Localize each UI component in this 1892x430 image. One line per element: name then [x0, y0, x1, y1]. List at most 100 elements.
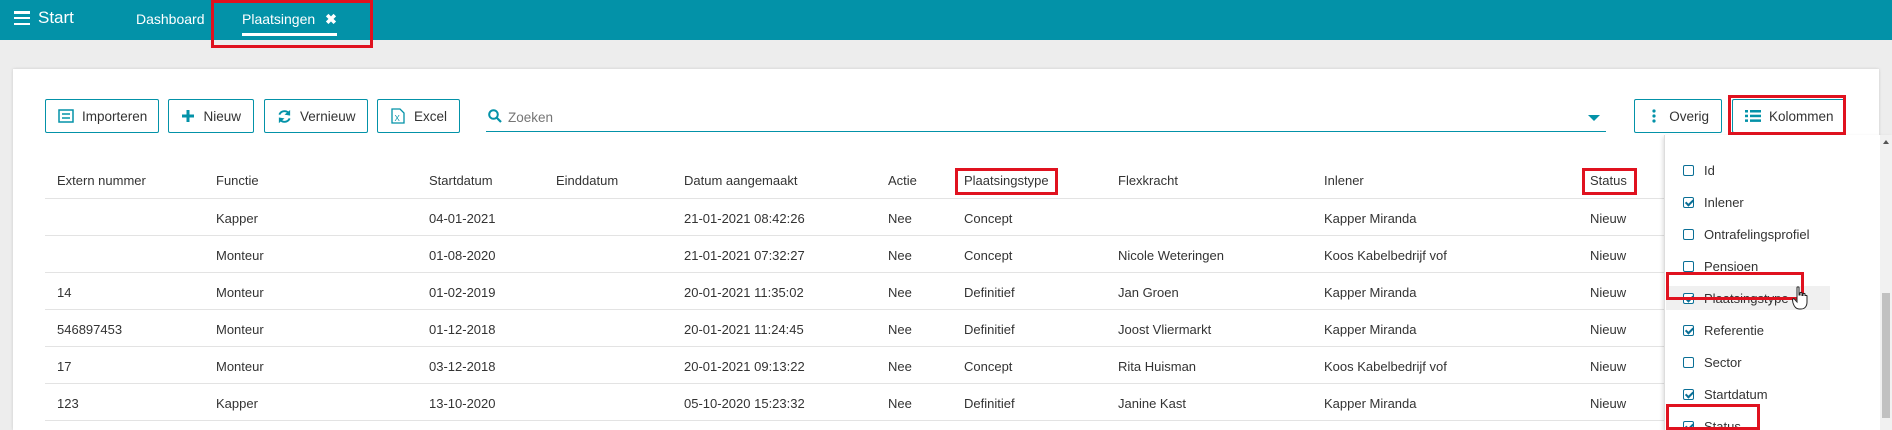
hand-cursor-icon — [1792, 286, 1808, 310]
other-button[interactable]: Overig — [1634, 99, 1722, 133]
table-row[interactable]: 546897453 Monteur 01-12-2018 20-01-2021 11:… — [45, 310, 1665, 347]
cell-status: Nieuw — [1590, 322, 1627, 337]
cell-actie: Nee — [888, 396, 912, 411]
checkbox-checked-icon[interactable] — [1683, 388, 1694, 400]
cell-datum-aangemaakt: 21-01-2021 07:32:27 — [684, 248, 805, 263]
column-option-sector[interactable]: Sector — [1683, 350, 1742, 374]
new-label: Nieuw — [203, 108, 241, 124]
tab-dashboard[interactable]: Dashboard — [136, 11, 205, 27]
checkbox-empty-icon[interactable] — [1683, 356, 1694, 368]
header-startdatum[interactable]: Startdatum — [429, 173, 493, 188]
checkbox-empty-icon[interactable] — [1683, 164, 1694, 176]
column-option-label: Inlener — [1704, 194, 1744, 210]
search-dropdown-caret-icon[interactable] — [1588, 114, 1600, 121]
header-flexkracht[interactable]: Flexkracht — [1118, 173, 1178, 188]
cell-status: Nieuw — [1590, 285, 1627, 300]
cell-status: Nieuw — [1590, 359, 1627, 374]
cell-functie: Monteur — [216, 248, 264, 263]
new-button[interactable]: Nieuw — [168, 99, 254, 133]
column-option-pensioen[interactable]: Pensioen — [1683, 254, 1758, 278]
cell-actie: Nee — [888, 211, 912, 226]
cell-datum-aangemaakt: 20-01-2021 09:13:22 — [684, 359, 805, 374]
cell-actie: Nee — [888, 248, 912, 263]
table-row[interactable]: Kapper 04-01-2021 21-01-2021 08:42:26 Nee Co… — [45, 199, 1665, 236]
column-option-label: Plaatsingstype — [1704, 290, 1789, 306]
column-option-label: Referentie — [1704, 322, 1764, 338]
close-icon[interactable]: ✖ — [325, 11, 337, 28]
dropdown-scrollbar[interactable] — [1880, 135, 1892, 430]
column-option-status[interactable]: Status — [1683, 414, 1741, 430]
table-row[interactable]: 123 Kapper 13-10-2020 05-10-2020 15:23:32 Ne… — [45, 384, 1665, 421]
checkbox-checked-icon[interactable] — [1683, 324, 1694, 336]
checkbox-empty-icon[interactable] — [1683, 228, 1694, 240]
plus-icon — [181, 108, 195, 124]
cell-functie: Kapper — [216, 211, 258, 226]
header-actie[interactable]: Actie — [888, 173, 917, 188]
cell-functie: Monteur — [216, 322, 264, 337]
table-row[interactable]: Monteur 01-08-2020 21-01-2021 07:32:27 Nee C… — [45, 236, 1665, 273]
cell-plaatsingstype: Concept — [964, 359, 1013, 374]
cell-extern-nummer: 14 — [57, 285, 72, 300]
header-inlener[interactable]: Inlener — [1324, 173, 1364, 188]
column-option-referentie[interactable]: Referentie — [1683, 318, 1764, 342]
cell-startdatum: 01-08-2020 — [429, 248, 496, 263]
cell-plaatsingstype: Definitief — [964, 322, 1015, 337]
cell-status: Nieuw — [1590, 248, 1627, 263]
cell-flexkracht: Rita Huisman — [1118, 359, 1197, 374]
cell-startdatum: 01-02-2019 — [429, 285, 496, 300]
cell-functie: Monteur — [216, 285, 264, 300]
checkbox-empty-icon[interactable] — [1683, 260, 1694, 272]
cell-actie: Nee — [888, 322, 912, 337]
column-option-inlener[interactable]: Inlener — [1683, 190, 1744, 214]
header-datum-aangemaakt[interactable]: Datum aangemaakt — [684, 173, 797, 188]
header-einddatum[interactable]: Einddatum — [556, 173, 618, 188]
main-menu-button[interactable]: Start — [14, 8, 74, 28]
column-option-startdatum[interactable]: Startdatum — [1683, 382, 1768, 406]
import-icon — [58, 108, 74, 124]
top-bar: Start Dashboard Plaatsingen ✖ — [0, 0, 1892, 40]
table-row[interactable]: 17 Monteur 03-12-2018 20-01-2021 09:13:22 Ne… — [45, 347, 1665, 384]
checkbox-checked-icon[interactable] — [1683, 420, 1694, 430]
cell-startdatum: 01-12-2018 — [429, 322, 496, 337]
cell-functie: Kapper — [216, 396, 258, 411]
import-button[interactable]: Importeren — [45, 99, 159, 133]
column-option-label: Ontrafelingsprofiel — [1704, 226, 1810, 242]
scrollbar-thumb[interactable] — [1882, 293, 1890, 418]
cell-inlener: Koos Kabelbedrijf vof — [1324, 248, 1447, 263]
refresh-button[interactable]: Vernieuw — [264, 99, 368, 133]
import-label: Importeren — [82, 108, 148, 124]
checkbox-checked-icon[interactable] — [1683, 196, 1694, 208]
excel-button[interactable]: X Excel — [377, 99, 460, 133]
scroll-up-icon[interactable] — [1883, 140, 1889, 144]
column-option-ontrafelingsprofiel[interactable]: Ontrafelingsprofiel — [1683, 222, 1810, 246]
cell-plaatsingstype: Concept — [964, 248, 1013, 263]
cell-inlener: Kapper Miranda — [1324, 211, 1417, 226]
cell-startdatum: 04-01-2021 — [429, 211, 496, 226]
header-status[interactable]: Status — [1590, 173, 1627, 188]
table-row[interactable]: 14 Monteur 01-02-2019 20-01-2021 11:35:02 Ne… — [45, 273, 1665, 310]
header-plaatsingstype[interactable]: Plaatsingstype — [964, 173, 1049, 188]
checkbox-checked-icon[interactable] — [1683, 292, 1694, 304]
columns-button[interactable]: Kolommen — [1732, 99, 1846, 133]
other-label: Overig — [1669, 108, 1709, 124]
cell-actie: Nee — [888, 285, 912, 300]
more-vertical-icon — [1647, 108, 1661, 124]
columns-label: Kolommen — [1769, 108, 1834, 124]
tab-plaatsingen[interactable]: Plaatsingen ✖ — [212, 0, 367, 40]
svg-text:X: X — [394, 114, 400, 123]
list-icon — [1745, 108, 1761, 124]
cell-inlener: Kapper Miranda — [1324, 396, 1417, 411]
cell-plaatsingstype: Definitief — [964, 285, 1015, 300]
columns-dropdown: Id Inlener Ontrafelingsprofiel Pensioen Plaa… — [1664, 135, 1892, 430]
column-option-id[interactable]: Id — [1683, 158, 1715, 182]
header-extern-nummer[interactable]: Extern nummer — [57, 173, 146, 188]
cell-functie: Monteur — [216, 359, 264, 374]
cell-startdatum: 03-12-2018 — [429, 359, 496, 374]
cell-flexkracht: Janine Kast — [1118, 396, 1186, 411]
tab-plaatsingen-label: Plaatsingen — [242, 11, 316, 27]
cell-status: Nieuw — [1590, 211, 1627, 226]
search-input[interactable] — [508, 110, 1588, 125]
search-icon — [488, 109, 502, 126]
header-functie[interactable]: Functie — [216, 173, 259, 188]
cell-plaatsingstype: Concept — [964, 211, 1013, 226]
